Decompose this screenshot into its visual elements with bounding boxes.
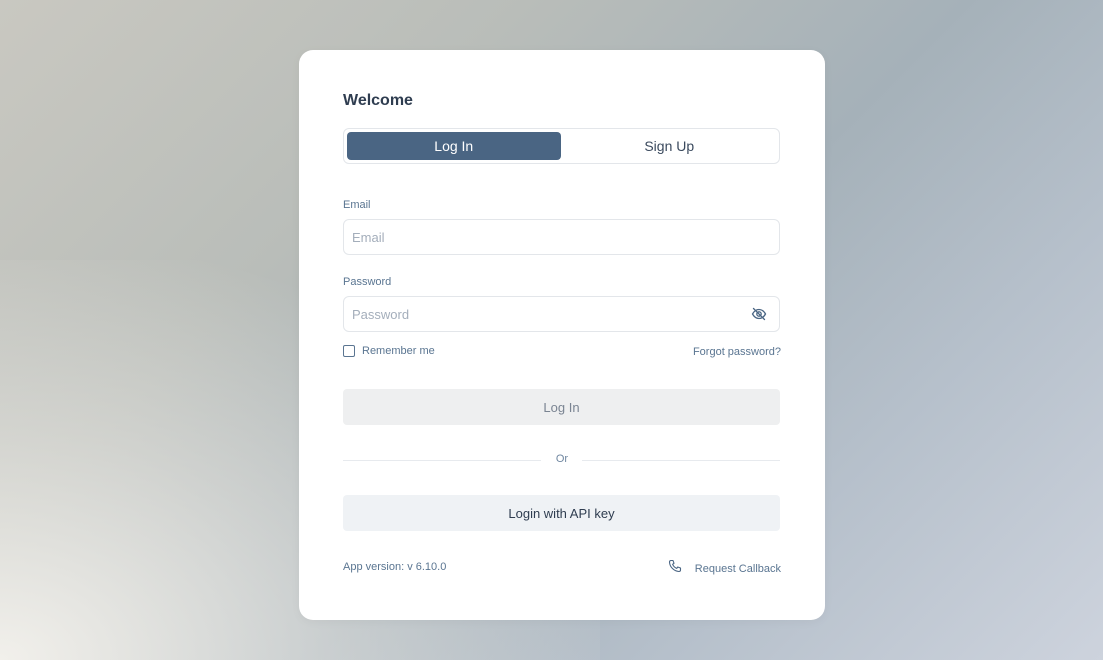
- page-title: Welcome: [343, 92, 413, 109]
- phone-icon: [668, 559, 682, 578]
- password-label: Password: [343, 276, 392, 288]
- divider-line-right: [582, 460, 780, 461]
- auth-tabs: Log In Sign Up: [343, 128, 780, 164]
- tab-sign-up[interactable]: Sign Up: [563, 132, 777, 160]
- email-label: Email: [343, 199, 371, 211]
- remember-me-checkbox[interactable]: Remember me: [343, 345, 435, 357]
- login-card: Welcome Log In Sign Up Email Password Re…: [299, 50, 825, 620]
- password-field[interactable]: [343, 296, 780, 332]
- forgot-password-link[interactable]: Forgot password?: [693, 346, 781, 358]
- email-field[interactable]: [343, 219, 780, 255]
- request-callback-label: Request Callback: [694, 562, 781, 575]
- log-in-button[interactable]: Log In: [343, 389, 780, 425]
- checkbox-box[interactable]: [343, 345, 355, 357]
- tab-log-in[interactable]: Log In: [347, 132, 561, 160]
- eye-off-icon[interactable]: [751, 306, 767, 322]
- app-version: App version: v 6.10.0: [343, 561, 447, 573]
- divider-or: Or: [555, 453, 569, 465]
- remember-me-label: Remember me: [362, 345, 435, 357]
- login-with-api-key-button[interactable]: Login with API key: [343, 495, 780, 531]
- request-callback-link[interactable]: Request Callback: [668, 559, 781, 578]
